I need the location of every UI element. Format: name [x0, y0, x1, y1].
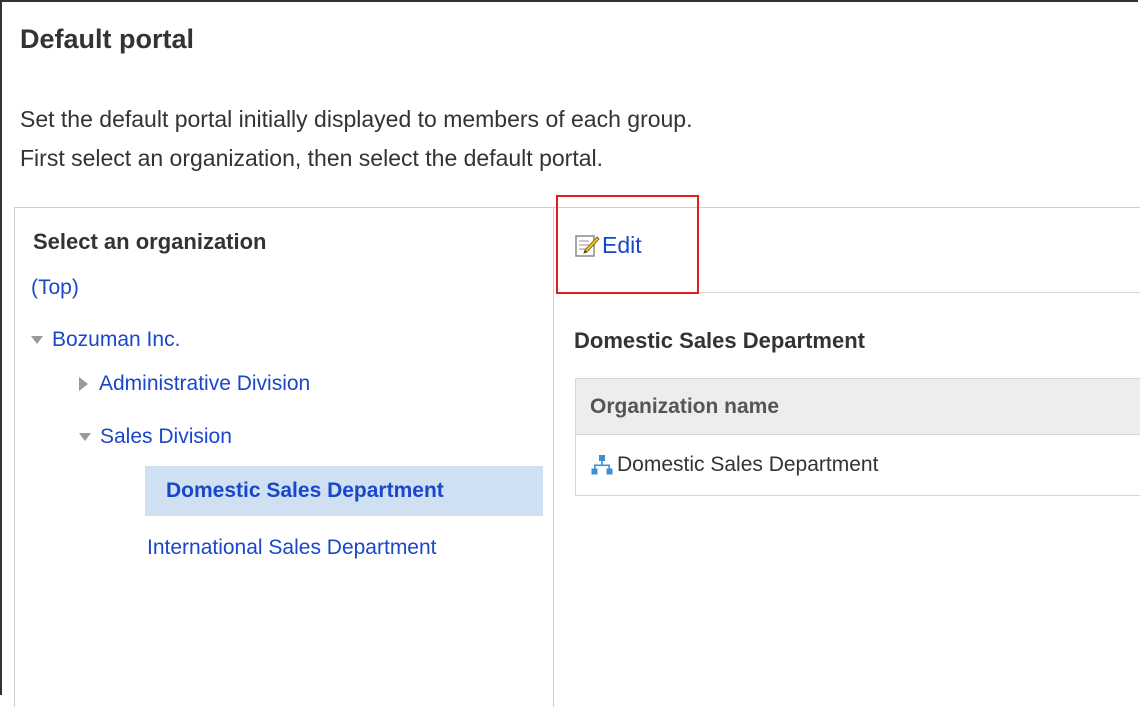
description-line-1: Set the default portal initially display… — [20, 106, 693, 133]
organization-table: Organization name Domestic Sales Departm… — [575, 378, 1140, 496]
description-line-2: First select an organization, then selec… — [20, 145, 603, 172]
collapse-arrow-right-icon[interactable] — [79, 377, 88, 391]
tree-item-international-sales[interactable]: International Sales Department — [147, 536, 437, 560]
tree-item-label[interactable]: Sales Division — [100, 425, 232, 449]
expand-arrow-down-icon[interactable] — [31, 336, 43, 344]
tree-item-label[interactable]: International Sales Department — [147, 536, 437, 560]
table-row: Domestic Sales Department — [576, 435, 1140, 496]
edit-button[interactable]: Edit — [574, 232, 642, 259]
tree-item-label[interactable]: Domestic Sales Department — [166, 479, 444, 503]
tree-item-label[interactable]: Bozuman Inc. — [52, 328, 180, 352]
edit-pencil-icon[interactable] — [574, 234, 600, 258]
table-cell: Domestic Sales Department — [576, 435, 1140, 496]
department-title: Domestic Sales Department — [574, 328, 865, 354]
edit-label[interactable]: Edit — [602, 232, 642, 259]
page-title: Default portal — [20, 24, 194, 55]
organization-panel-heading: Select an organization — [33, 229, 267, 255]
expand-arrow-down-icon[interactable] — [79, 433, 91, 441]
tree-item-administrative-division[interactable]: Administrative Division — [79, 372, 310, 396]
tree-item-domestic-sales-selected[interactable]: Domestic Sales Department — [145, 466, 543, 516]
tree-item-label[interactable]: Administrative Division — [99, 372, 310, 396]
organization-icon — [590, 453, 614, 477]
column-header-organization-name: Organization name — [576, 379, 1140, 435]
tree-item-sales-division[interactable]: Sales Division — [79, 425, 232, 449]
organization-panel: Select an organization (Top) Bozuman Inc… — [14, 207, 554, 707]
top-link[interactable]: (Top) — [31, 276, 79, 300]
organization-name: Domestic Sales Department — [617, 453, 878, 477]
tree-item-bozuman[interactable]: Bozuman Inc. — [31, 328, 180, 352]
